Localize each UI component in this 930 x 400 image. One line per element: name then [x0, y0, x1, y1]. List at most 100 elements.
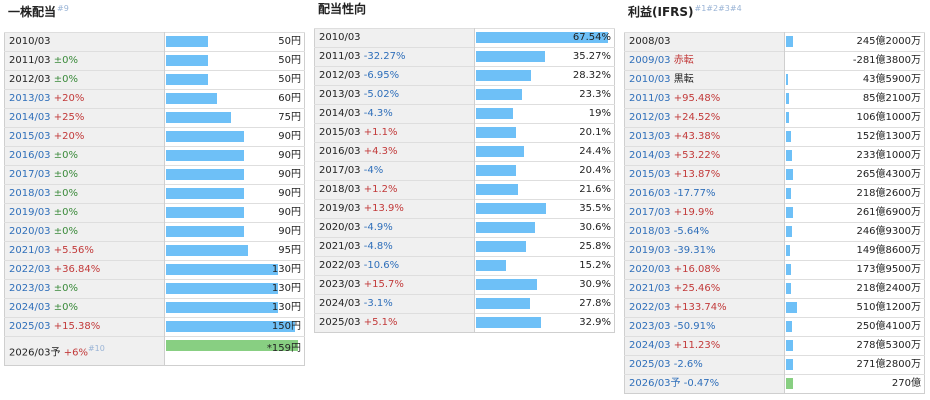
- row-year[interactable]: 2023/03: [9, 283, 51, 294]
- table-row: 2017/03 ±0% 90円: [4, 165, 305, 185]
- dividend-panel: 一株配当#9 2010/03 50円 2011/03 ±0% 50円 2012/03 ±…: [4, 0, 305, 367]
- table-row: 2008/03 245億2000万: [624, 32, 925, 52]
- row-year[interactable]: 2009/03: [629, 55, 671, 66]
- row-change: +133.74%: [670, 302, 727, 313]
- row-label: 2010/03 黒転: [624, 70, 785, 90]
- row-year[interactable]: 2025/03: [629, 359, 671, 370]
- row-year[interactable]: 2025/03: [9, 321, 51, 332]
- row-value: 90円: [278, 150, 301, 161]
- row-year: 2015/03: [319, 127, 361, 138]
- row-bar: [786, 264, 791, 275]
- row-year[interactable]: 2017/03: [629, 207, 671, 218]
- row-change: ±0%: [50, 226, 78, 237]
- row-bar-cell: 150円: [164, 317, 305, 337]
- row-year[interactable]: 2016/03: [9, 150, 51, 161]
- row-bar-cell: *159円: [164, 335, 305, 366]
- dividend-rows: 2010/03 50円 2011/03 ±0% 50円 2012/03 ±0% 50円 20…: [4, 32, 305, 366]
- row-value: 90円: [278, 226, 301, 237]
- table-row: 2012/03 ±0% 50円: [4, 70, 305, 90]
- row-bar: [476, 317, 541, 328]
- row-label: 2008/03: [624, 32, 785, 52]
- row-label: 2017/03 +19.9%: [624, 203, 785, 223]
- row-year[interactable]: 2019/03: [629, 245, 671, 256]
- row-bar-cell: 75円: [164, 108, 305, 128]
- row-bar: [166, 169, 244, 180]
- row-year[interactable]: 2014/03: [629, 150, 671, 161]
- row-value: 271億2800万: [856, 359, 921, 370]
- row-year[interactable]: 2018/03: [629, 226, 671, 237]
- row-label: 2019/03 -39.31%: [624, 241, 785, 261]
- row-change: +43.38%: [670, 131, 721, 142]
- row-bar-cell: 90円: [164, 165, 305, 185]
- row-year[interactable]: 2017/03: [9, 169, 51, 180]
- row-year[interactable]: 2026/03予: [629, 378, 681, 389]
- row-year[interactable]: 2023/03: [629, 321, 671, 332]
- row-year: 2010/03: [319, 32, 361, 43]
- row-bar: [476, 146, 524, 157]
- table-row: 2024/03 ±0% 130円: [4, 298, 305, 318]
- row-label: 2021/03 +5.56%: [4, 241, 165, 261]
- row-label: 2021/03 +25.46%: [624, 279, 785, 299]
- row-value: 50円: [278, 55, 301, 66]
- profit-title-text: 利益(IFRS): [628, 5, 694, 19]
- profit-title-note[interactable]: #1#2#3#4: [695, 4, 742, 13]
- table-row: 2014/03 +25% 75円: [4, 108, 305, 128]
- row-value: 20.4%: [579, 165, 611, 176]
- row-year[interactable]: 2024/03: [629, 340, 671, 351]
- row-bar: [476, 108, 513, 119]
- row-bar-cell: 25.8%: [474, 237, 615, 257]
- row-year[interactable]: 2022/03: [629, 302, 671, 313]
- dividend-title-note[interactable]: #9: [57, 4, 69, 13]
- row-year[interactable]: 2019/03: [9, 207, 51, 218]
- row-year[interactable]: 2015/03: [629, 169, 671, 180]
- row-year[interactable]: 2010/03: [629, 74, 671, 85]
- table-row: 2019/03 -39.31% 149億8600万: [624, 241, 925, 261]
- row-label: 2013/03 -5.02%: [314, 85, 475, 105]
- table-row: 2018/03 +1.2% 21.6%: [314, 180, 615, 200]
- row-value: 19%: [588, 108, 611, 119]
- table-row: 2012/03 -6.95% 28.32%: [314, 66, 615, 86]
- table-row: 2019/03 +13.9% 35.5%: [314, 199, 615, 219]
- dividend-title-text: 一株配当: [8, 5, 57, 19]
- table-row: 2023/03 +15.7% 30.9%: [314, 275, 615, 295]
- row-year[interactable]: 2014/03: [9, 112, 51, 123]
- row-year[interactable]: 2012/03: [629, 112, 671, 123]
- row-value: 106億1000万: [856, 112, 921, 123]
- row-year[interactable]: 2020/03: [629, 264, 671, 275]
- row-year[interactable]: 2011/03: [629, 93, 671, 104]
- row-year: 2011/03: [319, 51, 361, 62]
- row-change: -32.27%: [360, 51, 406, 62]
- row-year[interactable]: 2016/03: [629, 188, 671, 199]
- row-note[interactable]: #10: [88, 344, 105, 353]
- row-bar: [166, 283, 278, 294]
- row-bar-cell: 35.5%: [474, 199, 615, 219]
- row-value: 261億6900万: [856, 207, 921, 218]
- row-bar-cell: 50円: [164, 70, 305, 90]
- row-change: ±0%: [50, 302, 78, 313]
- row-year[interactable]: 2013/03: [629, 131, 671, 142]
- row-change: +1.1%: [360, 127, 398, 138]
- payout-rows: 2010/03 67.54% 2011/03 -32.27% 35.27% 2012/0…: [314, 28, 615, 333]
- row-bar-cell: 130円: [164, 298, 305, 318]
- row-year[interactable]: 2024/03: [9, 302, 51, 313]
- row-bar: [166, 74, 208, 85]
- table-row: 2011/03 +95.48% 85億2100万: [624, 89, 925, 109]
- row-year[interactable]: 2022/03: [9, 264, 51, 275]
- row-year[interactable]: 2013/03: [9, 93, 51, 104]
- row-year[interactable]: 2015/03: [9, 131, 51, 142]
- row-year[interactable]: 2020/03: [9, 226, 51, 237]
- row-year[interactable]: 2018/03: [9, 188, 51, 199]
- row-value: 150円: [271, 321, 301, 332]
- row-label: 2020/03 ±0%: [4, 222, 165, 242]
- row-year[interactable]: 2021/03: [629, 283, 671, 294]
- row-bar-cell: 43億5900万: [784, 70, 925, 90]
- row-bar: [786, 302, 797, 313]
- row-value: 250億4100万: [856, 321, 921, 332]
- row-change: +20%: [50, 131, 85, 142]
- row-label: 2010/03: [314, 28, 475, 48]
- row-bar-cell: 173億9500万: [784, 260, 925, 280]
- row-year[interactable]: 2021/03: [9, 245, 51, 256]
- row-bar: [786, 359, 793, 370]
- row-bar: [786, 74, 788, 85]
- row-year: 2008/03: [629, 36, 671, 47]
